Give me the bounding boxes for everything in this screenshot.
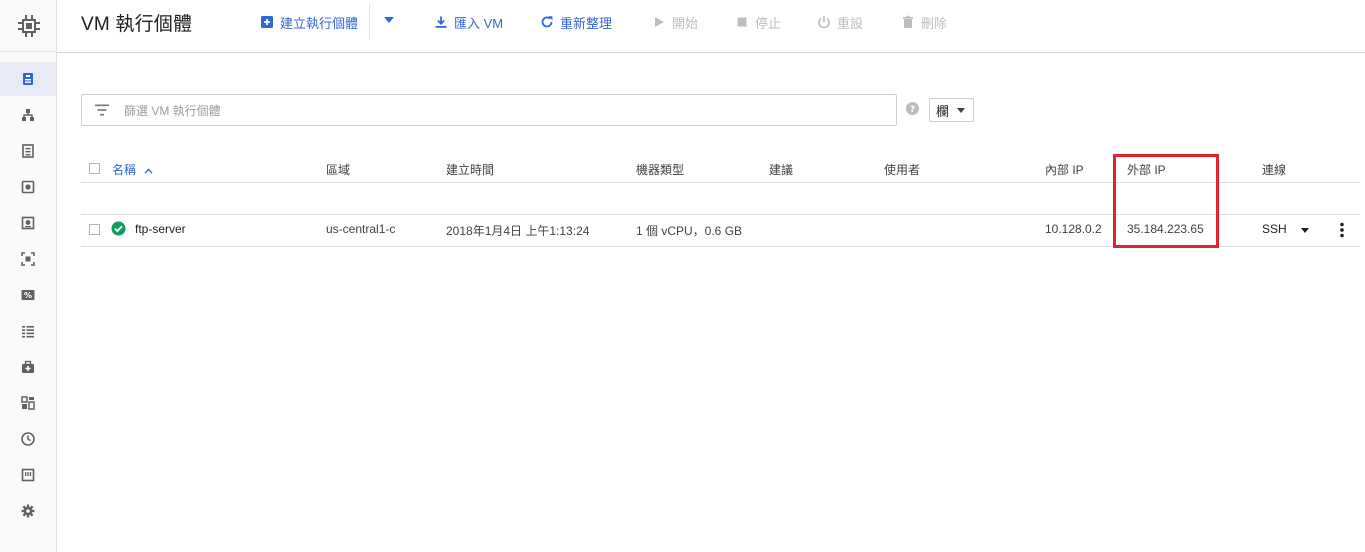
instance-machine-type: 1 個 vCPU，0.6 GB [636,224,743,238]
gear-icon [21,504,35,518]
nav-metadata[interactable] [0,314,56,348]
instance-templates-icon [22,144,34,158]
refresh-label: 重新整理 [560,15,613,31]
nav-instance-templates[interactable] [0,134,56,168]
column-header-created[interactable]: 建立時間 [446,161,494,178]
percent-icon: % [21,290,35,300]
vm-instances-icon [23,73,33,85]
delete-label: 刪除 [921,15,948,31]
column-header-connect[interactable]: 連線 [1262,161,1286,178]
caret-down-icon [957,108,965,113]
refresh-icon [541,16,553,28]
reset-button[interactable]: 重設 [817,12,863,32]
instance-internal-ip: 10.128.0.2 [1045,222,1102,236]
power-icon [818,16,830,29]
trash-icon [903,15,913,28]
svg-text:?: ? [910,105,915,115]
stop-icon [737,17,747,27]
images-icon [21,252,35,266]
nav-snapshots[interactable] [0,206,56,240]
nav-security-scans[interactable] [0,458,56,492]
columns-button[interactable]: 欄 [929,98,974,122]
column-header-recommendation[interactable]: 建議 [769,161,793,178]
toolbar-divider [369,4,370,40]
create-instance-label: 建立執行個體 [280,15,359,31]
select-all-checkbox[interactable] [89,163,100,174]
column-header-internal-ip[interactable]: 內部 IP [1045,161,1084,178]
reset-label: 重設 [837,15,864,31]
compute-engine-logo[interactable] [0,0,57,52]
list-icon [22,326,34,338]
download-icon [435,16,447,28]
svg-text:%: % [24,291,32,300]
filter-input[interactable] [124,101,884,121]
stop-label: 停止 [755,15,782,31]
nav-committed-use-discounts[interactable]: % [0,278,56,312]
help-icon[interactable]: ? [906,102,919,115]
clock-icon [21,432,35,446]
create-instance-button[interactable]: 建立執行個體 [260,12,358,32]
snapshots-icon [21,216,35,230]
nav-health-checks[interactable] [0,350,56,384]
refresh-button[interactable]: 重新整理 [540,12,612,32]
ssh-label: SSH [1262,222,1287,236]
external-ip-highlight-box [1113,154,1219,248]
filter-icon [95,104,109,116]
column-header-machine-type[interactable]: 機器類型 [636,161,684,178]
column-header-zone[interactable]: 區域 [326,161,350,178]
delete-button[interactable]: 刪除 [901,12,947,32]
instance-zone: us-central1-c [326,222,396,236]
disks-icon [21,180,35,194]
import-vm-label: 匯入 VM [454,15,504,31]
nav-instance-groups[interactable] [0,98,56,132]
sort-ascending-icon [144,168,153,174]
app: % VM 執行個體 建立執行個體 匯入 VM 重新整理 開始 停止 重設 刪除 … [0,0,1365,552]
start-button[interactable]: 開始 [652,12,698,32]
filter-bar [81,94,897,126]
play-icon [655,17,664,27]
nav-settings[interactable] [0,494,56,528]
ssh-dropdown-icon[interactable] [1301,228,1309,233]
ssh-button[interactable]: SSH [1262,222,1287,236]
instance-groups-icon [22,109,34,121]
column-header-name[interactable]: 名稱 [112,161,153,178]
nav-images[interactable] [0,242,56,276]
nav-zones[interactable] [0,386,56,420]
page-header: VM 執行個體 建立執行個體 匯入 VM 重新整理 開始 停止 重設 刪除 [57,0,1365,53]
instance-created: 2018年1月4日 上午1:13:24 [446,224,590,238]
status-ok-icon [111,221,126,236]
row-checkbox[interactable] [89,224,100,235]
create-dropdown-icon[interactable] [383,15,395,25]
more-vert-icon[interactable] [1340,222,1344,238]
add-box-icon [261,16,273,28]
column-header-in-use-by[interactable]: 使用者 [884,161,920,178]
zones-icon [21,396,35,410]
storage-icon [21,468,35,482]
stop-button[interactable]: 停止 [735,12,781,32]
nav-vm-instances[interactable] [0,62,56,96]
columns-label: 欄 [936,103,950,119]
nav-operations[interactable] [0,422,56,456]
column-header-name-label: 名稱 [112,163,137,177]
health-check-icon [22,360,34,373]
page-title: VM 執行個體 [81,14,193,35]
nav-disks[interactable] [0,170,56,204]
import-vm-button[interactable]: 匯入 VM [434,12,503,32]
left-nav-rail: % [0,0,57,552]
chip-icon [17,14,40,37]
start-label: 開始 [672,15,699,31]
instance-name-link[interactable]: ftp-server [135,222,186,236]
